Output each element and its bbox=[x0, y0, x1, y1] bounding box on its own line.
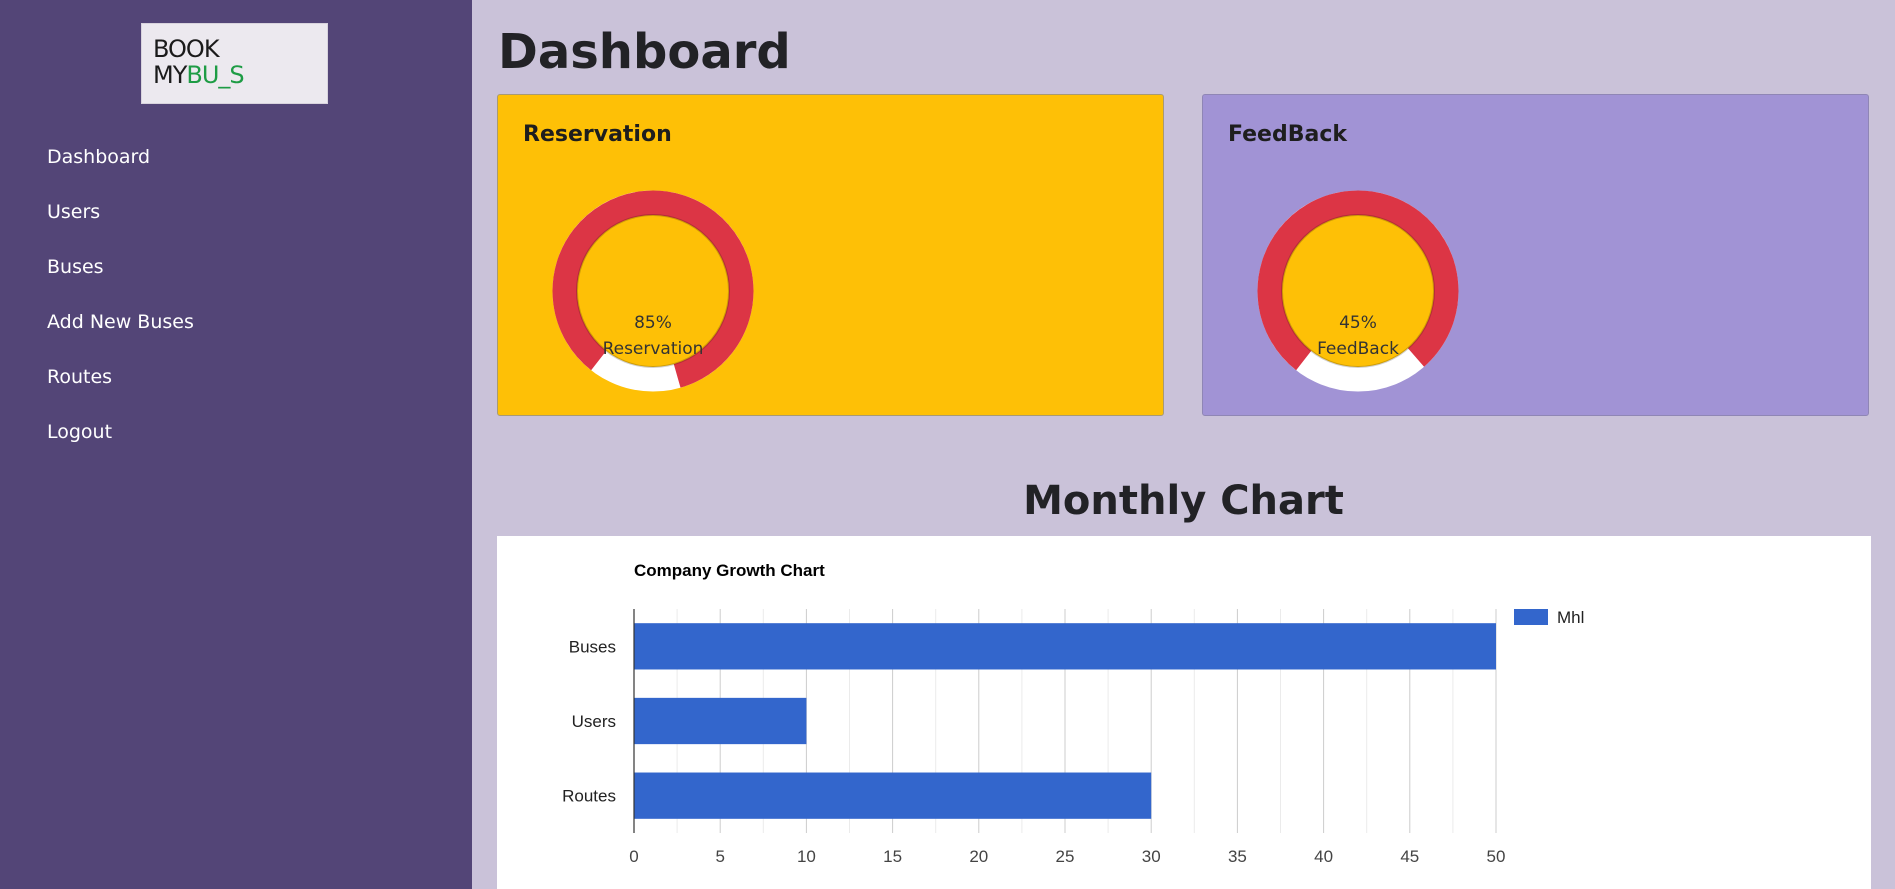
sidebar-item-buses[interactable]: Buses bbox=[47, 250, 104, 284]
logo-text-line-2: MYBU_S bbox=[153, 61, 245, 89]
x-tick-label: 5 bbox=[715, 847, 724, 866]
x-tick-label: 30 bbox=[1142, 847, 1161, 866]
bar-routes bbox=[634, 772, 1152, 819]
reservation-card-title: Reservation bbox=[523, 122, 672, 147]
bookmybus-logo[interactable]: BOOK MYBU_S bbox=[141, 23, 328, 104]
sidebar-item-users[interactable]: Users bbox=[47, 195, 100, 229]
sidebar-nav: Dashboard Users Buses Add New Buses Rout… bbox=[47, 140, 194, 470]
reservation-donut-label: Reservation bbox=[602, 339, 704, 359]
category-label-routes: Routes bbox=[562, 787, 616, 806]
sidebar-item-routes[interactable]: Routes bbox=[47, 360, 112, 394]
page-title: Dashboard bbox=[498, 24, 791, 80]
category-label-users: Users bbox=[572, 712, 616, 731]
legend-swatch bbox=[1514, 609, 1548, 625]
sidebar-item-logout[interactable]: Logout bbox=[47, 415, 112, 449]
feedback-donut: 45% FeedBack bbox=[1257, 190, 1459, 392]
x-tick-label: 50 bbox=[1487, 847, 1506, 866]
feedback-card: FeedBack 45% FeedBack bbox=[1202, 94, 1869, 416]
feedback-percent: 45% bbox=[1339, 313, 1377, 333]
feedback-donut-label: FeedBack bbox=[1317, 339, 1399, 359]
legend-label: Mhl bbox=[1557, 608, 1584, 627]
company-growth-chart-svg: Company Growth Chart Buses Users Routes 0 5 10… bbox=[562, 561, 1584, 866]
sidebar-item-add-new-buses[interactable]: Add New Buses bbox=[47, 305, 194, 339]
monthly-chart-heading: Monthly Chart bbox=[1023, 478, 1344, 524]
reservation-card: Reservation 85% Reservation bbox=[497, 94, 1164, 416]
main-content: Dashboard Reservation 85% Reservation Fe… bbox=[472, 0, 1895, 889]
feedback-card-title: FeedBack bbox=[1228, 122, 1348, 147]
sidebar-item-dashboard[interactable]: Dashboard bbox=[47, 140, 150, 174]
x-tick-label: 0 bbox=[629, 847, 638, 866]
category-label-buses: Buses bbox=[569, 637, 616, 656]
chart-title: Company Growth Chart bbox=[634, 561, 825, 580]
bar-users bbox=[634, 697, 807, 745]
x-tick-label: 45 bbox=[1400, 847, 1419, 866]
bar-buses bbox=[634, 623, 1496, 670]
reservation-percent: 85% bbox=[634, 313, 672, 333]
sidebar: BOOK MYBU_S Dashboard Users Buses Add Ne… bbox=[0, 0, 472, 889]
reservation-donut: 85% Reservation bbox=[552, 190, 754, 392]
x-tick-label: 10 bbox=[797, 847, 816, 866]
x-tick-label: 20 bbox=[969, 847, 988, 866]
x-tick-label: 25 bbox=[1056, 847, 1075, 866]
logo-text-line-1: BOOK bbox=[153, 35, 220, 63]
x-tick-label: 15 bbox=[883, 847, 902, 866]
x-tick-label: 35 bbox=[1228, 847, 1247, 866]
x-tick-label: 40 bbox=[1314, 847, 1333, 866]
company-growth-chart: Company Growth Chart Buses Users Routes 0 5 10… bbox=[497, 536, 1871, 889]
